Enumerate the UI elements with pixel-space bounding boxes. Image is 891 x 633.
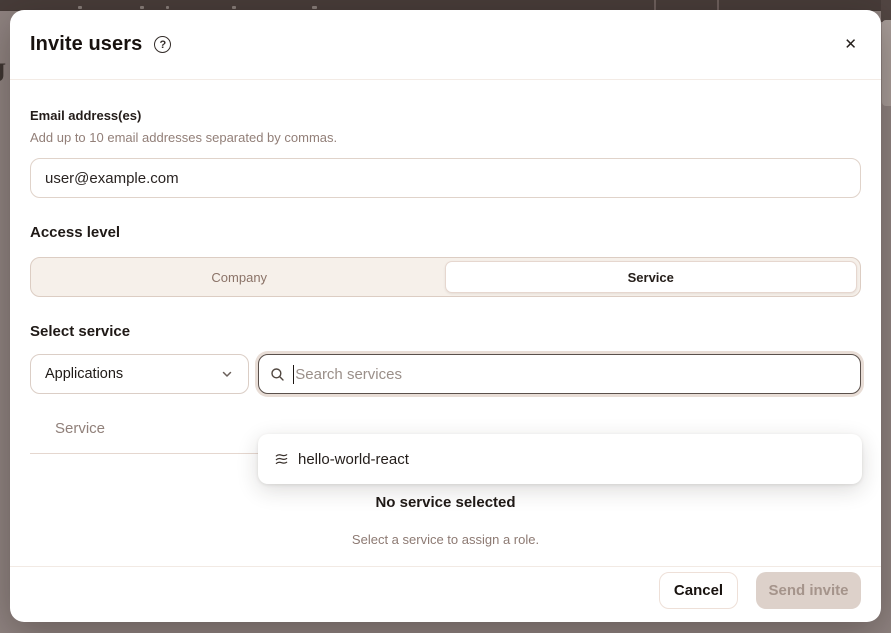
service-filter-row: Applications: [30, 354, 861, 394]
background-scrollbar-thumb: [882, 20, 891, 106]
search-result-label: hello-world-react: [298, 451, 409, 468]
background-text-fragment: [140, 6, 144, 9]
search-result-item[interactable]: hello-world-react: [258, 441, 862, 477]
search-results-dropdown: hello-world-react: [258, 434, 862, 484]
send-invite-button[interactable]: Send invite: [756, 572, 861, 609]
service-type-select[interactable]: Applications: [30, 354, 249, 394]
background-text-fragment: [232, 6, 236, 9]
segment-company-label: Company: [211, 270, 267, 285]
select-service-label: Select service: [30, 323, 861, 340]
empty-state-title: No service selected: [30, 494, 861, 511]
close-icon[interactable]: ✕: [840, 33, 861, 56]
email-hint: Add up to 10 email addresses separated b…: [30, 130, 861, 145]
background-text-fragment: [312, 6, 317, 9]
access-level-label: Access level: [30, 224, 861, 241]
background-topbar-corner: [881, 0, 891, 22]
access-level-segmented-control: Company Service: [30, 257, 861, 297]
text-cursor: [293, 365, 295, 384]
email-field[interactable]: [30, 158, 861, 198]
invite-users-modal: Invite users ? ✕ Email address(es) Add u…: [10, 10, 881, 622]
empty-state: No service selected Select a service to …: [30, 494, 861, 547]
cancel-button[interactable]: Cancel: [659, 572, 738, 609]
help-icon[interactable]: ?: [154, 36, 171, 53]
background-text-fragment: [78, 6, 82, 9]
modal-title: Invite users: [30, 33, 142, 56]
service-search-box[interactable]: [258, 354, 861, 394]
modal-body: Email address(es) Add up to 10 email add…: [10, 80, 881, 566]
stack-icon: [274, 452, 289, 467]
segment-service[interactable]: Service: [445, 261, 858, 293]
empty-state-subtitle: Select a service to assign a role.: [30, 532, 861, 547]
modal-footer: Cancel Send invite: [10, 566, 881, 622]
chevron-down-icon: [220, 367, 234, 381]
search-services-input[interactable]: [295, 366, 849, 383]
email-label: Email address(es): [30, 108, 861, 123]
service-type-select-value: Applications: [45, 366, 123, 382]
search-icon: [270, 367, 285, 382]
background-text-fragment: [166, 6, 169, 9]
segment-company[interactable]: Company: [34, 261, 445, 293]
segment-service-label: Service: [628, 270, 674, 285]
background-page-text-fragment: J: [0, 58, 6, 88]
modal-header: Invite users ? ✕: [10, 10, 881, 80]
